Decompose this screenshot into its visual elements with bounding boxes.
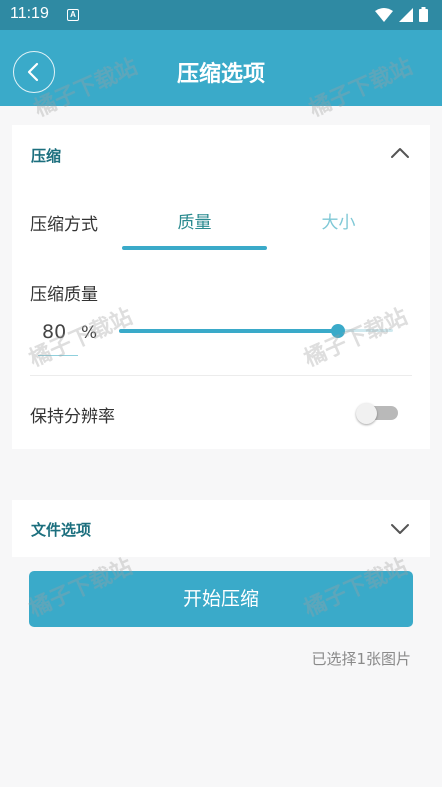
slider-fill — [119, 329, 339, 333]
percent-sign: % — [81, 323, 98, 343]
quality-input-underline — [38, 355, 78, 356]
tab-size[interactable]: 大小 — [266, 208, 411, 233]
system-icons — [375, 7, 428, 22]
notification-a-icon: A — [67, 9, 79, 21]
quality-slider[interactable] — [119, 321, 393, 341]
compression-section-title: 压缩 — [31, 147, 62, 165]
compression-quality-label: 压缩质量 — [30, 285, 98, 305]
slider-thumb[interactable] — [331, 324, 346, 338]
toggle-knob — [356, 403, 377, 424]
selected-count-text: 已选择1张图片 — [311, 650, 411, 668]
keep-resolution-label: 保持分辨率 — [30, 407, 115, 427]
compression-card: 压缩 压缩方式 质量 大小 压缩质量 80 % 保持分辨率 — [12, 125, 430, 449]
file-options-section-title: 文件选项 — [31, 521, 92, 539]
chevron-up-icon[interactable] — [390, 147, 410, 159]
file-options-card[interactable]: 文件选项 — [12, 500, 430, 557]
battery-icon — [419, 7, 428, 22]
chevron-down-icon[interactable] — [390, 523, 410, 535]
app-bar: 压缩选项 — [0, 30, 442, 106]
page-title: 压缩选项 — [176, 62, 265, 87]
wifi-icon — [375, 7, 393, 22]
divider — [30, 375, 412, 376]
signal-icon — [399, 7, 413, 22]
tab-quality[interactable]: 质量 — [122, 208, 267, 233]
status-bar: 11:19 A — [0, 0, 442, 30]
start-compress-button[interactable]: 开始压缩 — [29, 571, 413, 627]
keep-resolution-toggle[interactable] — [356, 403, 400, 424]
quality-value-input[interactable]: 80 — [42, 321, 66, 343]
status-time: 11:19 — [10, 5, 49, 22]
compression-mode-label: 压缩方式 — [30, 215, 98, 235]
tab-selected-indicator — [122, 246, 267, 250]
